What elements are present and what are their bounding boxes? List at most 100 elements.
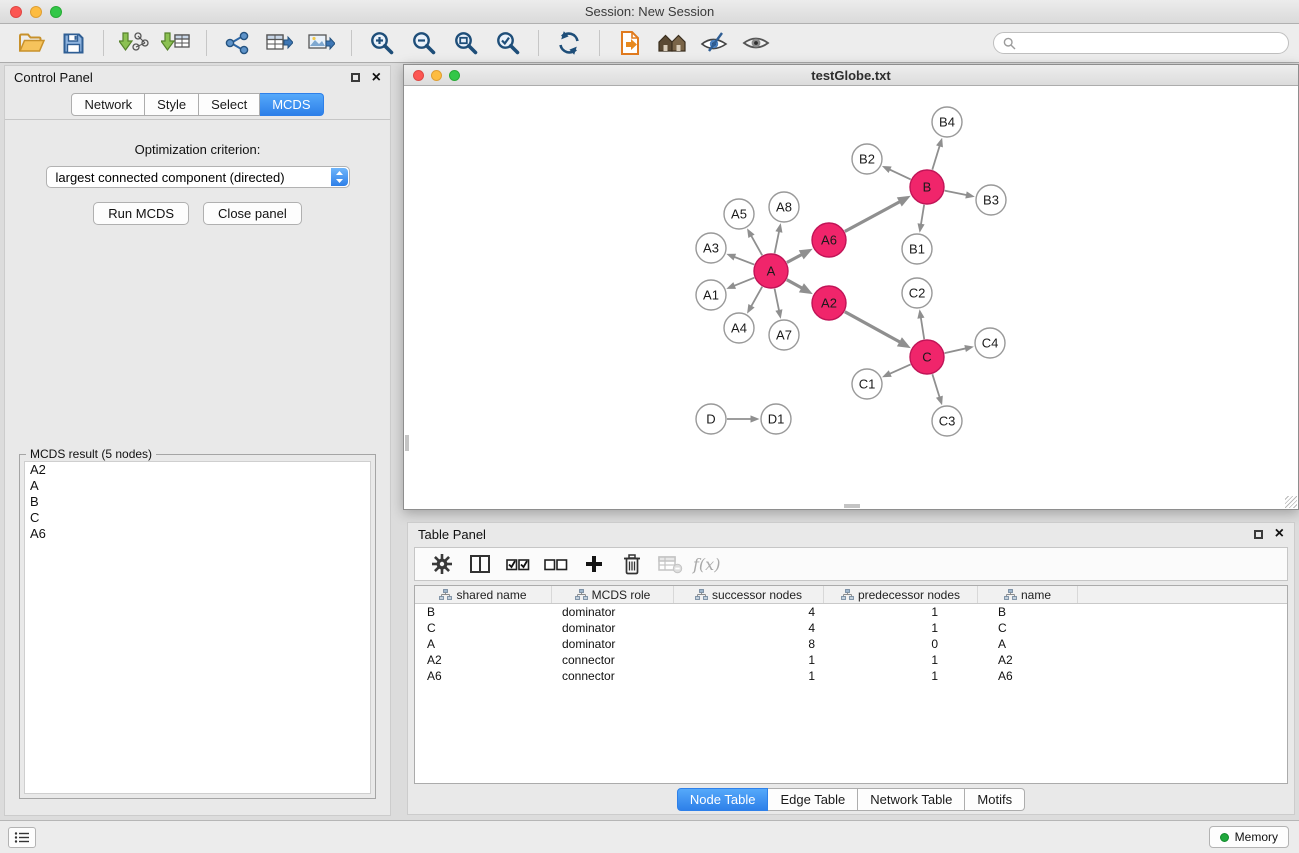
graph-edge-A-A8[interactable] [775,223,783,253]
graph-edge-B-B3[interactable] [945,191,975,199]
close-panel-icon[interactable]: × [372,73,381,83]
graph-node-C4[interactable]: C4 [975,328,1005,358]
graph-edge-A-A3[interactable] [726,254,754,265]
column-header-name[interactable]: name [978,586,1078,603]
tab-motifs[interactable]: Motifs [965,788,1025,811]
mcds-result-item[interactable]: A6 [25,526,370,542]
graph-edge-A-A4[interactable] [747,287,762,314]
open-file-button[interactable] [13,28,49,58]
zoom-fit-button[interactable] [448,28,484,58]
graph-node-A8[interactable]: A8 [769,192,799,222]
gear-button[interactable] [427,550,457,578]
table-row[interactable]: Bdominator41B [415,604,1287,620]
close-table-panel-icon[interactable]: × [1275,529,1284,539]
import-document-button[interactable] [612,28,648,58]
export-table-button[interactable] [261,28,297,58]
zoom-out-button[interactable] [406,28,442,58]
graph-node-A4[interactable]: A4 [724,313,754,343]
import-table-file-button[interactable] [158,28,194,58]
new-network-selection-button[interactable] [219,28,255,58]
graph-node-A3[interactable]: A3 [696,233,726,263]
graph-edge-B-B1[interactable] [918,205,925,233]
select-all-button[interactable] [503,550,533,578]
graph-node-C3[interactable]: C3 [932,406,962,436]
close-panel-button[interactable]: Close panel [203,202,302,225]
graph-edge-A-A6[interactable] [787,249,813,263]
column-header-mcds-role[interactable]: MCDS role [552,586,674,603]
zoom-selected-button[interactable] [490,28,526,58]
network-close-button[interactable] [413,70,424,81]
graph-node-B2[interactable]: B2 [852,144,882,174]
graph-edge-A2-C[interactable] [845,312,911,348]
mcds-result-item[interactable]: A2 [25,462,370,478]
graph-node-A[interactable]: A [754,254,788,288]
mcds-result-item[interactable]: C [25,510,370,526]
import-network-file-button[interactable] [116,28,152,58]
graph-node-B4[interactable]: B4 [932,107,962,137]
table-row[interactable]: Adominator80A [415,636,1287,652]
export-image-button[interactable] [303,28,339,58]
tab-node-table[interactable]: Node Table [677,788,769,811]
graph-edge-B-B4[interactable] [932,138,943,170]
float-panel-icon[interactable] [351,73,360,82]
function-builder-button[interactable]: f(x) [693,555,720,574]
graph-edge-A-A2[interactable] [787,280,813,294]
graph-edge-C-C2[interactable] [917,309,924,339]
run-mcds-button[interactable]: Run MCDS [93,202,189,225]
network-canvas[interactable]: B4B2BB3B1A5A8A6A3AA1A2C2A4A7C4CC1C3DD1 [404,87,1298,509]
graph-edge-A6-B[interactable] [845,196,911,232]
graph-node-C1[interactable]: C1 [852,369,882,399]
graph-node-A5[interactable]: A5 [724,199,754,229]
mcds-result-item[interactable]: B [25,494,370,510]
tab-select[interactable]: Select [199,93,260,116]
graphics-details-button[interactable] [696,28,732,58]
graph-node-A2[interactable]: A2 [812,286,846,320]
horizontal-scroll-thumb[interactable] [844,504,860,508]
network-minimize-button[interactable] [431,70,442,81]
split-column-button[interactable] [465,550,495,578]
first-neighbors-button[interactable] [654,28,690,58]
zoom-in-button[interactable] [364,28,400,58]
graph-edge-A-A7[interactable] [775,289,783,319]
clear-table-button[interactable] [655,550,685,578]
table-row[interactable]: A2connector11A2 [415,652,1287,668]
graph-edge-C-C4[interactable] [945,345,974,353]
graph-node-B[interactable]: B [910,170,944,204]
tab-mcds[interactable]: MCDS [260,93,323,116]
network-maximize-button[interactable] [449,70,460,81]
column-header-successor-nodes[interactable]: successor nodes [674,586,824,603]
memory-button[interactable]: Memory [1209,826,1289,848]
graph-edge-C-C1[interactable] [882,364,911,377]
graph-node-C2[interactable]: C2 [902,278,932,308]
table-row[interactable]: Cdominator41C [415,620,1287,636]
delete-column-button[interactable] [617,550,647,578]
tab-edge-table[interactable]: Edge Table [768,788,858,811]
column-header-predecessor-nodes[interactable]: predecessor nodes [824,586,978,603]
graph-edge-A-A1[interactable] [726,278,754,289]
graph-edge-A-A5[interactable] [747,228,762,255]
resize-grip[interactable] [1285,496,1297,508]
graph-node-B3[interactable]: B3 [976,185,1006,215]
graph-node-D[interactable]: D [696,404,726,434]
tab-style[interactable]: Style [145,93,199,116]
save-session-button[interactable] [55,28,91,58]
graph-node-C[interactable]: C [910,340,944,374]
search-box[interactable] [993,32,1289,54]
column-header-shared-name[interactable]: shared name [415,586,552,603]
network-graph[interactable]: B4B2BB3B1A5A8A6A3AA1A2C2A4A7C4CC1C3DD1 [404,87,1298,509]
apply-layout-refresh-button[interactable] [551,28,587,58]
graph-node-A7[interactable]: A7 [769,320,799,350]
minimize-window-button[interactable] [30,6,42,18]
graph-node-D1[interactable]: D1 [761,404,791,434]
graph-node-A6[interactable]: A6 [812,223,846,257]
table-row[interactable]: A6connector11A6 [415,668,1287,684]
deselect-all-button[interactable] [541,550,571,578]
float-table-panel-icon[interactable] [1254,530,1263,539]
graph-node-A1[interactable]: A1 [696,280,726,310]
task-history-button[interactable] [8,827,36,848]
tab-network[interactable]: Network [71,93,145,116]
graph-edge-D-D1[interactable] [727,415,760,422]
search-input[interactable] [1021,36,1279,50]
optimization-criterion-dropdown[interactable]: largest connected component (directed) [46,166,350,188]
vertical-scroll-thumb[interactable] [405,435,409,451]
